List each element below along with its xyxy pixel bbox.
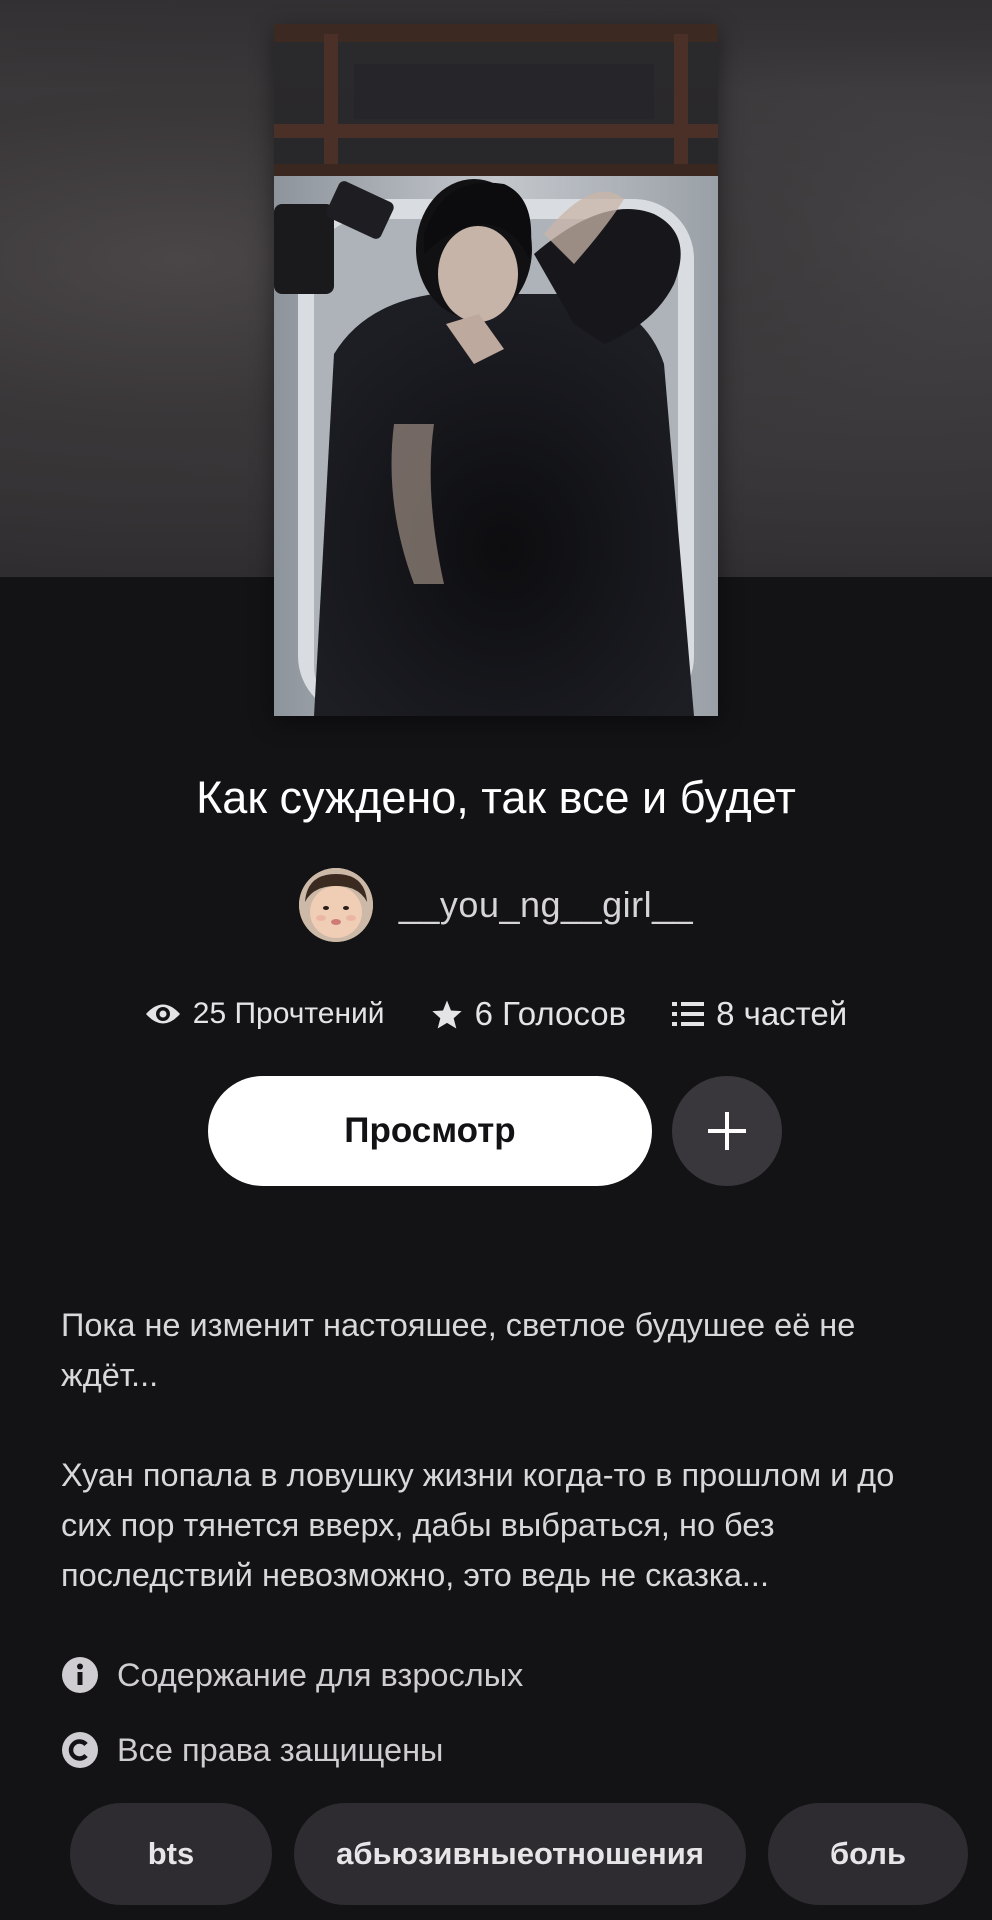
reads-count: 25 Прочтений [192,997,385,1030]
copyright-icon [62,1732,98,1768]
eye-icon [145,1004,180,1024]
author-name[interactable]: __you_ng__girl__ [399,884,693,926]
parts-stat: 8 частей [672,995,847,1033]
copyright-row: Все права защищены [61,1726,443,1774]
mature-content-label: Содержание для взрослых [117,1656,524,1693]
story-title: Как суждено, так все и будет [196,772,796,823]
author-row[interactable]: __you_ng__girl__ [0,866,992,944]
cover-image [274,24,718,716]
description-paragraph: Пока не изменит настояшее, светлое будуш… [61,1307,856,1393]
info-icon [62,1657,98,1693]
story-description: Пока не изменит настояшее, светлое будуш… [61,1300,941,1650]
avatar-image [298,868,373,942]
votes-stat: 6 Голосов [431,995,627,1033]
reads-stat: 25 Прочтений [145,997,385,1031]
tag-chip[interactable]: боль [768,1803,968,1905]
story-stats: 25 Прочтений 6 Голосов 8 частей [0,990,992,1038]
read-button[interactable]: Просмотр [208,1076,652,1186]
tag-chip[interactable]: абьюзивныеотношения [294,1803,746,1905]
story-cover[interactable] [274,24,718,716]
description-paragraph: Хуан попала в ловушку жизни когда-то в п… [61,1457,895,1593]
parts-count: 8 частей [716,995,848,1032]
mature-content-row: Содержание для взрослых [61,1651,523,1699]
copyright-label: Все права защищены [117,1731,444,1768]
author-avatar[interactable] [298,868,373,942]
votes-count: 6 Голосов [474,995,627,1032]
add-to-library-button[interactable] [672,1076,782,1186]
plus-icon [708,1112,746,1150]
tag-list: bts абьюзивныеотношения боль [70,1803,992,1905]
tag-chip[interactable]: bts [70,1803,272,1905]
star-icon [431,1000,462,1028]
list-icon [672,1002,705,1026]
